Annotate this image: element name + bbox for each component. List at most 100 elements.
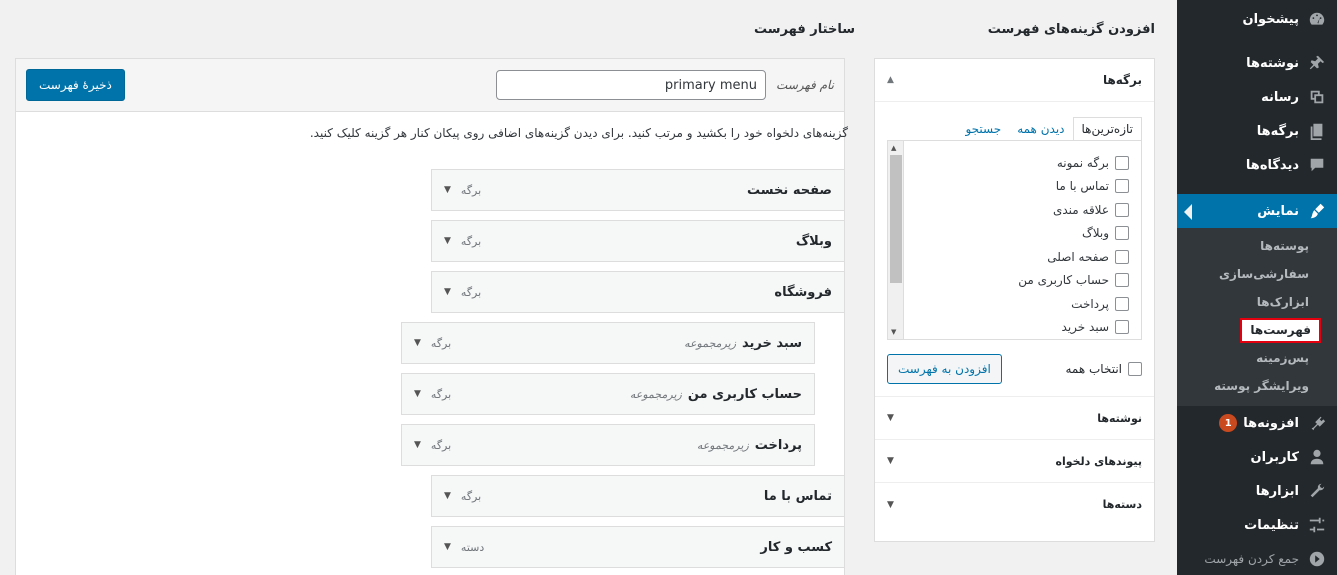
- menu-item-toggle-arrow-icon[interactable]: ▼: [444, 236, 451, 246]
- menu-item-subitem-label: زیرمجموعه: [696, 438, 749, 452]
- menu-item-toggle-arrow-icon[interactable]: ▼: [444, 491, 451, 501]
- save-menu-button[interactable]: ذخیرهٔ فهرست: [26, 69, 125, 101]
- custom-links-section-header[interactable]: پیوندهای دلخواه ▼: [875, 440, 1154, 483]
- posts-section-header[interactable]: نوشته‌ها ▼: [875, 397, 1154, 440]
- submenu-item-theme-editor[interactable]: ویرایشگر پوسته: [1177, 372, 1337, 400]
- submenu-item-background[interactable]: پس‌زمینه: [1177, 344, 1337, 372]
- checkbox-label: برگه نمونه: [1056, 155, 1109, 170]
- pages-tabs: تازه‌ترین‌ها دیدن همه جستجو: [887, 114, 1142, 141]
- pages-section-body: تازه‌ترین‌ها دیدن همه جستجو ▲ ▼ برگه نمو…: [875, 102, 1154, 397]
- tab-view-all[interactable]: دیدن همه: [1009, 118, 1072, 140]
- page-checkbox-item[interactable]: تماس با ما: [908, 175, 1129, 199]
- menu-item-toggle-arrow-icon[interactable]: ▼: [444, 542, 451, 552]
- sidebar-item-label: افزونه‌ها: [1243, 415, 1299, 431]
- update-count-badge: 1: [1219, 414, 1238, 432]
- select-all-checkbox[interactable]: انتخاب همه: [1065, 362, 1142, 376]
- menu-item[interactable]: کسب و کار دسته ▼: [431, 526, 845, 568]
- scrollbar[interactable]: ▲ ▼: [888, 141, 904, 339]
- page-icon: [1307, 121, 1327, 141]
- sidebar-item-label: تنظیمات: [1244, 517, 1299, 533]
- menu-item-type: برگه: [460, 234, 482, 248]
- expand-arrow-icon[interactable]: ▼: [887, 456, 894, 466]
- pages-checklist-panel: ▲ ▼ برگه نمونه تماس با ما علاقه مندی وبل…: [887, 140, 1142, 340]
- sidebar-item-appearance[interactable]: نمایش: [1177, 194, 1337, 228]
- menu-item-toggle-arrow-icon[interactable]: ▼: [414, 440, 421, 450]
- pages-section-header[interactable]: برگه‌ها ▲: [875, 59, 1154, 102]
- page-checkbox-item[interactable]: برگه نمونه: [908, 151, 1129, 175]
- menu-item-child[interactable]: پرداخت زیرمجموعه برگه ▼: [401, 424, 815, 466]
- checkbox[interactable]: [1115, 320, 1129, 335]
- checkbox[interactable]: [1115, 226, 1129, 241]
- tab-most-recent[interactable]: تازه‌ترین‌ها: [1072, 117, 1142, 141]
- sidebar-item-label: رسانه: [1261, 89, 1299, 105]
- settings-icon: [1307, 515, 1327, 535]
- scroll-down-icon[interactable]: ▼: [891, 328, 896, 336]
- expand-arrow-icon[interactable]: ▼: [887, 500, 894, 510]
- categories-section-header[interactable]: دسته‌ها ▼: [875, 483, 1154, 526]
- checkbox[interactable]: [1115, 155, 1129, 170]
- section-title: پیوندهای دلخواه: [1055, 454, 1142, 468]
- page-checkbox-item[interactable]: علاقه مندی: [908, 198, 1129, 222]
- sidebar-item-tools[interactable]: ابزارها: [1177, 474, 1337, 508]
- scrollbar-thumb[interactable]: [890, 155, 902, 283]
- sidebar-item-pages[interactable]: برگه‌ها: [1177, 114, 1337, 148]
- sidebar-item-settings[interactable]: تنظیمات: [1177, 508, 1337, 542]
- menu-item-child[interactable]: حساب کاربری من زیرمجموعه برگه ▼: [401, 373, 815, 415]
- menu-item-subitem-label: زیرمجموعه: [684, 336, 737, 350]
- sidebar-item-posts[interactable]: نوشته‌ها: [1177, 46, 1337, 80]
- add-to-menu-button[interactable]: افزودن به فهرست: [887, 354, 1002, 384]
- collapse-arrow-icon[interactable]: ▲: [887, 75, 894, 85]
- checkbox-label: صفحه اصلی: [1047, 249, 1109, 264]
- sidebar-item-comments[interactable]: دیدگاه‌ها: [1177, 148, 1337, 182]
- menu-name-input[interactable]: [496, 70, 767, 100]
- sidebar-item-media[interactable]: رسانه: [1177, 80, 1337, 114]
- scroll-up-icon[interactable]: ▲: [891, 144, 896, 152]
- collapse-arrow-icon: [1307, 549, 1327, 569]
- sidebar-item-dashboard[interactable]: پیشخوان: [1177, 2, 1337, 36]
- submenu-item-themes[interactable]: پوسته‌ها: [1177, 232, 1337, 260]
- menu-item-title: کسب و کار: [760, 539, 832, 555]
- menu-item-type: برگه: [460, 489, 482, 503]
- checkbox[interactable]: [1115, 202, 1129, 217]
- submenu-item-customize[interactable]: سفارشی‌سازی: [1177, 260, 1337, 288]
- checkbox[interactable]: [1128, 362, 1142, 376]
- page-checkbox-item[interactable]: وبلاگ: [908, 222, 1129, 246]
- menu-item-toggle-arrow-icon[interactable]: ▼: [444, 287, 451, 297]
- menu-item-toggle-arrow-icon[interactable]: ▼: [414, 338, 421, 348]
- brush-icon: [1307, 201, 1327, 221]
- menu-item[interactable]: فروشگاه برگه ▼: [431, 271, 845, 313]
- sidebar-item-plugins[interactable]: افزونه‌ها 1: [1177, 406, 1337, 440]
- select-all-label: انتخاب همه: [1065, 362, 1122, 376]
- submenu-label: ویرایشگر پوسته: [1214, 379, 1309, 393]
- section-title: دسته‌ها: [1102, 498, 1142, 511]
- page-checkbox-item[interactable]: حساب کاربری من: [908, 269, 1129, 293]
- comment-icon: [1307, 155, 1327, 175]
- sidebar-item-label: برگه‌ها: [1256, 123, 1299, 139]
- page-checkbox-item[interactable]: سبد خرید: [908, 316, 1129, 340]
- checkbox[interactable]: [1115, 179, 1129, 194]
- add-items-heading: افزودن گزینه‌های فهرست: [987, 22, 1155, 37]
- menu-item-toggle-arrow-icon[interactable]: ▼: [444, 185, 451, 195]
- pin-icon: [1307, 53, 1327, 73]
- menu-item-child[interactable]: سبد خرید زیرمجموعه برگه ▼: [401, 322, 815, 364]
- sidebar-item-label: نوشته‌ها: [1246, 55, 1299, 71]
- menu-item[interactable]: صفحه نخست برگه ▼: [431, 169, 845, 211]
- checkbox[interactable]: [1115, 273, 1129, 288]
- page-checkbox-item[interactable]: پرداخت: [908, 292, 1129, 316]
- collapse-menu-button[interactable]: جمع کردن فهرست: [1177, 542, 1337, 575]
- menu-item[interactable]: تماس با ما برگه ▼: [431, 475, 845, 517]
- drag-instructions: گزینه‌های دلخواه خود را بکشید و مرتب کنی…: [309, 126, 848, 140]
- submenu-item-menus[interactable]: فهرست‌ها: [1177, 316, 1337, 344]
- menu-item-toggle-arrow-icon[interactable]: ▼: [414, 389, 421, 399]
- checkbox[interactable]: [1115, 249, 1129, 264]
- tools-icon: [1307, 481, 1327, 501]
- checkbox[interactable]: [1115, 296, 1129, 311]
- tab-search[interactable]: جستجو: [957, 118, 1009, 140]
- sidebar-item-users[interactable]: کاربران: [1177, 440, 1337, 474]
- menu-structure-heading: ساختار فهرست: [754, 22, 855, 37]
- expand-arrow-icon[interactable]: ▼: [887, 413, 894, 423]
- submenu-label: ابزارک‌ها: [1256, 295, 1309, 309]
- page-checkbox-item[interactable]: صفحه اصلی: [908, 245, 1129, 269]
- submenu-item-widgets[interactable]: ابزارک‌ها: [1177, 288, 1337, 316]
- menu-item[interactable]: وبلاگ برگه ▼: [431, 220, 845, 262]
